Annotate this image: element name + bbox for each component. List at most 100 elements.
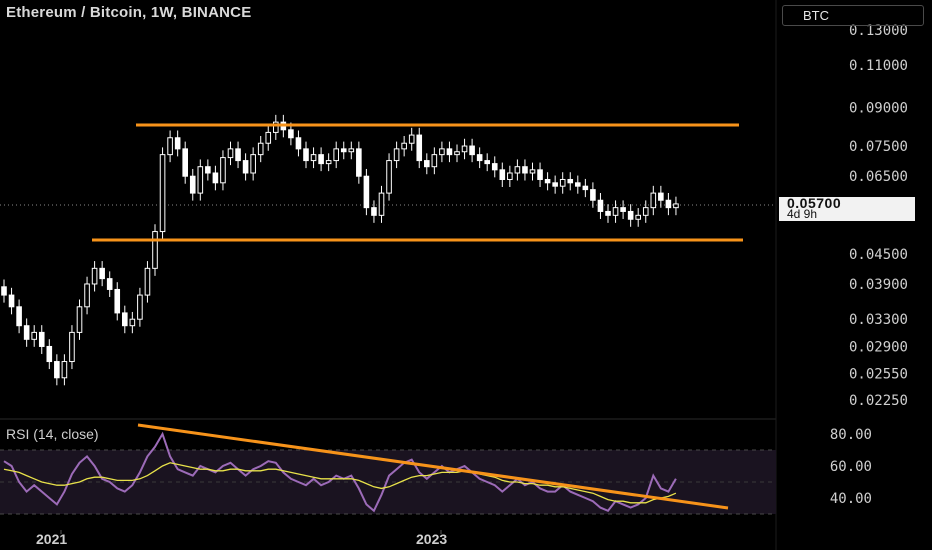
candle-body	[257, 142, 264, 156]
candle-body	[499, 169, 506, 180]
candle-body	[597, 199, 604, 212]
candle-body	[333, 148, 339, 162]
candle-body	[189, 175, 196, 194]
candle-body	[665, 199, 672, 209]
candle-body	[635, 214, 642, 220]
candle-body	[544, 178, 551, 184]
candle-body	[46, 345, 53, 363]
candle-body	[522, 166, 528, 174]
price-tick-label: 0.03300	[849, 312, 908, 328]
candle-body	[220, 157, 226, 184]
candle-body	[137, 294, 143, 320]
candle-body	[265, 131, 272, 144]
candle-body	[250, 154, 256, 174]
candle-body	[567, 178, 574, 184]
candle-body	[401, 142, 407, 150]
candle-body	[69, 331, 75, 363]
candle-body	[461, 145, 468, 153]
rsi-tick-label: 60.00	[830, 459, 872, 475]
bar-countdown: 4d 9h	[787, 207, 818, 221]
candle-body	[673, 203, 679, 209]
price-tick-label: 0.04500	[849, 247, 908, 263]
chart-canvas[interactable]: 0.130000.110000.090000.075000.065000.045…	[0, 0, 932, 550]
candle-body	[507, 172, 513, 180]
candle-body	[212, 172, 219, 184]
candle-body	[424, 160, 430, 168]
price-tick-label: 0.07500	[849, 139, 908, 155]
candle-body	[152, 231, 158, 269]
candle-body	[174, 137, 181, 150]
currency-button[interactable]: BTC	[782, 5, 924, 26]
candle-body	[620, 207, 626, 212]
price-tick-label: 0.03900	[849, 277, 908, 293]
candle-body	[386, 160, 392, 194]
candle-body	[197, 166, 204, 194]
candle-body	[378, 192, 385, 216]
price-tick-label: 0.11000	[849, 58, 908, 74]
candle-body	[537, 169, 543, 180]
candle-body	[61, 361, 68, 379]
time-axis[interactable]: 2021 2023	[36, 530, 447, 547]
candle-body	[446, 148, 453, 156]
candle-body	[76, 306, 83, 333]
candle-body	[144, 267, 151, 296]
candle-body	[182, 148, 188, 177]
candle-body	[582, 185, 589, 191]
candle-body	[54, 361, 60, 379]
candle-body	[129, 318, 136, 327]
candle-body	[529, 169, 536, 174]
candle-body	[348, 148, 355, 153]
candle-body	[1, 286, 7, 296]
candle-body	[627, 210, 634, 220]
candle-body	[159, 154, 166, 233]
chart-title: Ethereum / Bitcoin, 1W, BINANCE	[6, 4, 252, 21]
candle-body	[122, 312, 128, 327]
candle-body	[642, 207, 649, 216]
candle-body	[454, 151, 460, 156]
candle-body	[106, 278, 113, 290]
price-tick-label: 0.02900	[849, 339, 908, 355]
candle-body	[356, 148, 362, 177]
candle-body	[605, 210, 611, 216]
candle-body	[31, 331, 37, 340]
candle-body	[439, 148, 445, 156]
candle-body	[242, 160, 249, 174]
candle-body	[340, 148, 347, 153]
candle-body	[295, 137, 302, 150]
candle-body	[16, 306, 22, 327]
candle-body	[431, 154, 438, 168]
candle-body	[393, 148, 400, 162]
candle-body	[491, 163, 498, 171]
candle-body	[612, 207, 619, 216]
candle-body	[114, 288, 121, 314]
candle-body	[167, 137, 173, 156]
price-tick-label: 0.06500	[849, 169, 908, 185]
candle-body	[99, 267, 105, 280]
candle-body	[310, 154, 317, 162]
candle-body	[575, 182, 581, 187]
candle-body	[658, 192, 664, 201]
rsi-axis[interactable]: 80.00 60.00 40.00	[830, 427, 872, 507]
candle-body	[514, 166, 521, 174]
candle-body	[476, 154, 483, 162]
candle-body	[38, 331, 45, 347]
candle-body	[552, 182, 558, 187]
candle-body	[484, 160, 490, 165]
candle-body	[408, 134, 415, 144]
price-tick-label: 0.09000	[849, 101, 908, 117]
candle-body	[8, 294, 15, 308]
candle-body	[371, 207, 377, 216]
candle-body	[227, 148, 234, 159]
candle-body	[650, 192, 657, 209]
candle-body	[416, 134, 423, 162]
candle-body	[325, 160, 332, 165]
candle-body	[303, 148, 309, 162]
last-price-tag: 0.05700 4d 9h	[779, 196, 915, 221]
candle-body	[363, 175, 370, 209]
candle-body	[469, 145, 475, 156]
rsi-tick-label: 40.00	[830, 491, 872, 507]
candle-series[interactable]	[1, 114, 679, 386]
candle-body	[318, 154, 324, 165]
candle-body	[590, 189, 596, 201]
price-tick-label: 0.02250	[849, 393, 908, 409]
